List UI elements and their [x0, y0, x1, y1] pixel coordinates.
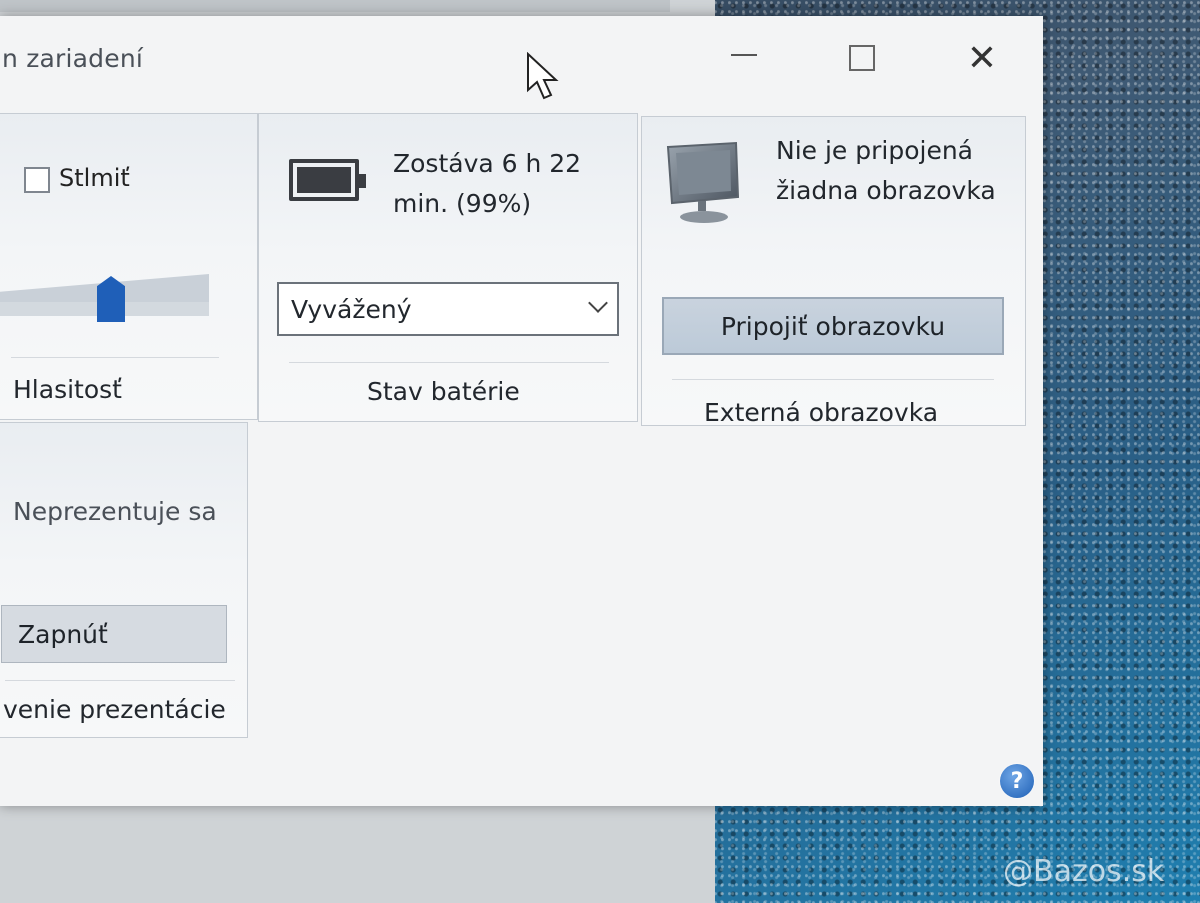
tile-separator [672, 379, 994, 380]
close-icon: ✕ [966, 37, 998, 79]
display-tile-label: Externá obrazovka [704, 398, 939, 427]
mute-label: Stlmiť [59, 164, 130, 192]
battery-tile-label: Stav batérie [367, 377, 520, 406]
maximize-button[interactable] [832, 38, 892, 78]
tile-separator [11, 357, 219, 358]
mouse-cursor-icon [527, 52, 559, 100]
connect-display-button[interactable]: Pripojiť obrazovku [662, 297, 1004, 355]
presentation-toggle-button[interactable]: Zapnúť [1, 605, 227, 663]
minimize-icon [731, 54, 757, 56]
background-window-titlebar [0, 0, 670, 12]
monitor-icon [666, 141, 740, 223]
volume-tile: Stlmiť Hlasitosť [0, 113, 258, 420]
volume-tile-label: Hlasitosť [13, 375, 122, 404]
display-status: Nie je pripojená žiadna obrazovka [776, 136, 996, 205]
battery-icon [289, 159, 366, 201]
power-plan-dropdown[interactable]: Vyvážený [277, 282, 619, 336]
presentation-tile: Neprezentuje sa Zapnúť venie prezentácie [0, 422, 248, 738]
minimize-button[interactable] [714, 38, 774, 78]
mute-checkbox[interactable] [24, 167, 50, 193]
maximize-icon [849, 45, 875, 71]
battery-status: Zostáva 6 h 22 min. (99%) [393, 149, 582, 218]
chevron-down-icon [588, 293, 608, 313]
power-plan-value: Vyvážený [291, 294, 412, 324]
watermark: @Bazos.sk [1003, 854, 1165, 889]
help-icon[interactable]: ? [1000, 764, 1034, 798]
close-button[interactable]: ✕ [952, 37, 1012, 79]
window-title: n zariadení [2, 44, 144, 73]
tile-separator [5, 680, 235, 681]
presentation-tile-label: venie prezentácie [3, 695, 226, 724]
battery-tile: Zostáva 6 h 22 min. (99%) Vyvážený Stav … [258, 113, 638, 422]
external-display-tile: Nie je pripojená žiadna obrazovka Pripoj… [641, 116, 1026, 427]
presentation-status: Neprezentuje sa [13, 497, 217, 526]
mobility-center-window: n zariadení ✕ Stlmiť Hlasitosť Zostáva 6… [0, 16, 1043, 806]
tile-separator [289, 362, 609, 363]
